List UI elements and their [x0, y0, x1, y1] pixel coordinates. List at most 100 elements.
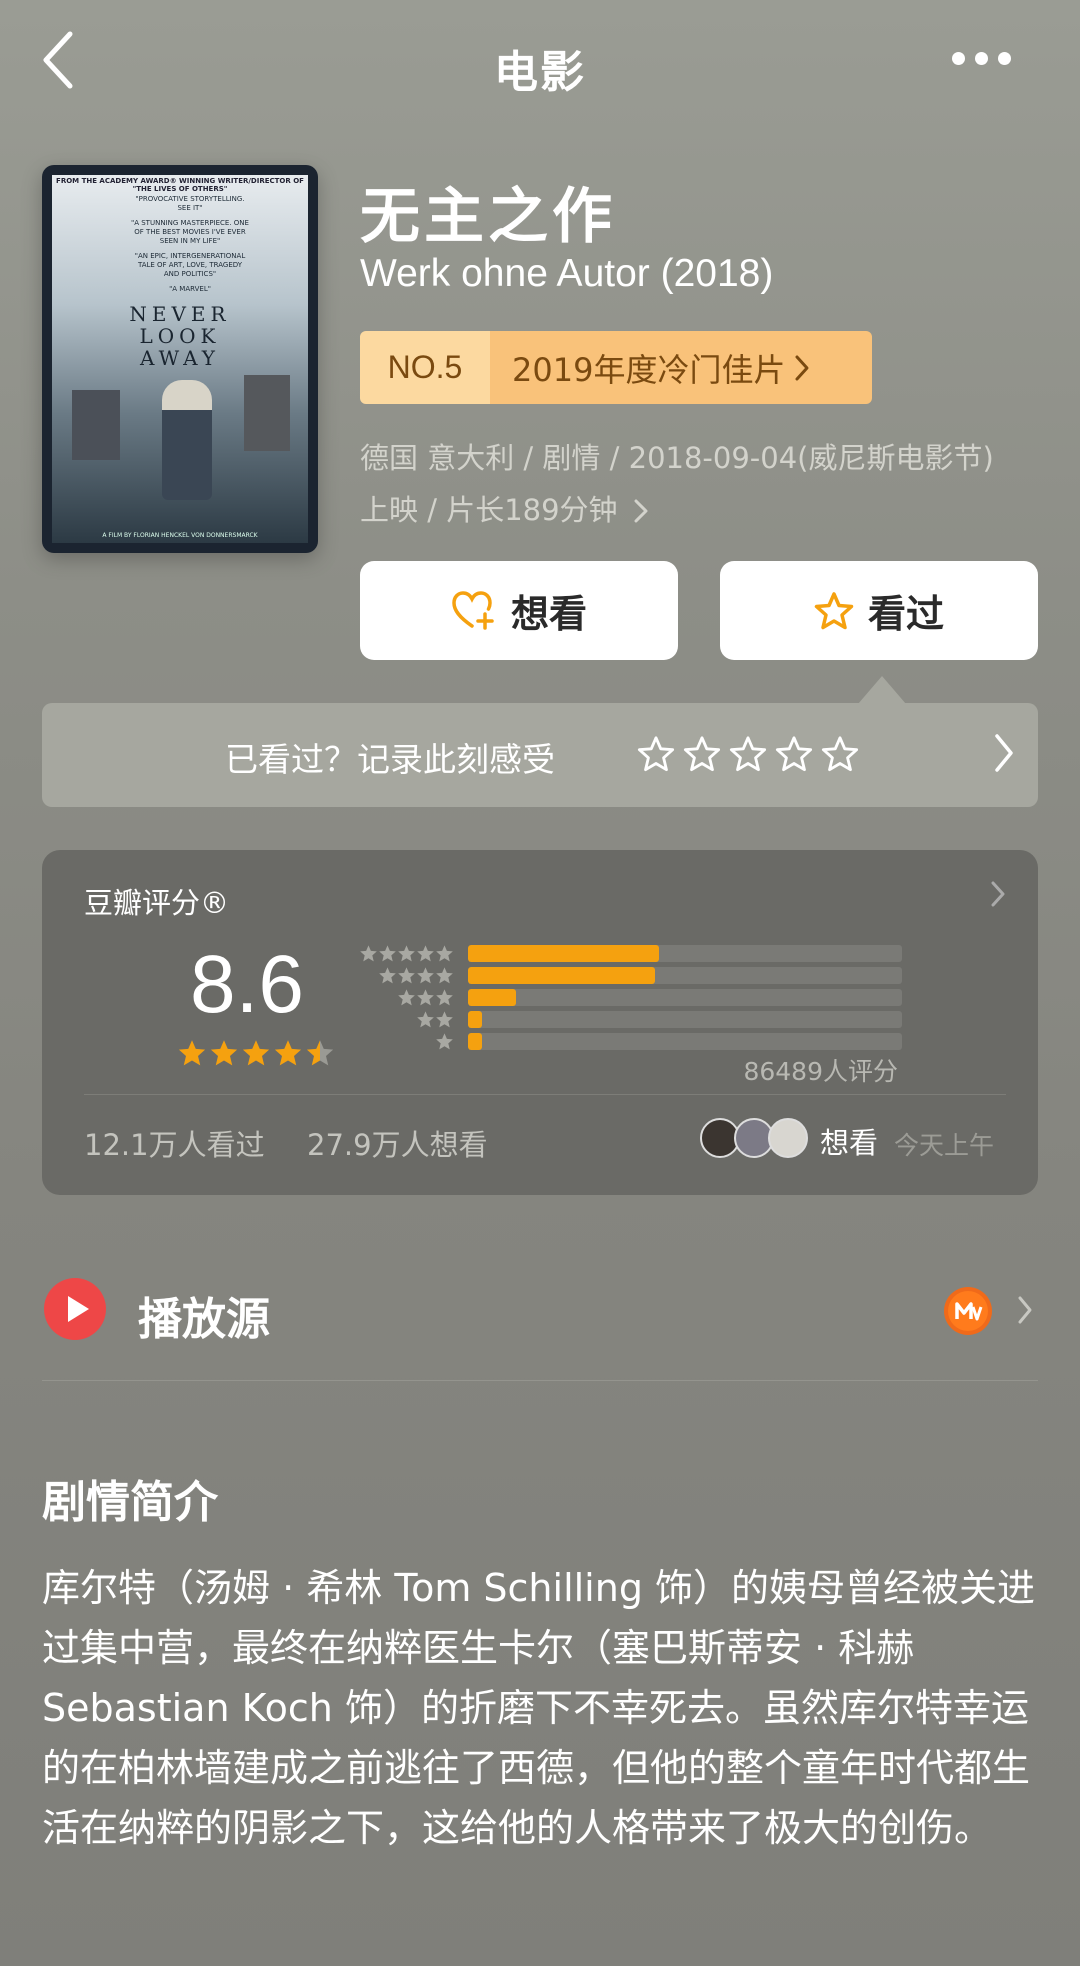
mango-tv-icon [944, 1287, 992, 1335]
star-outline-icon[interactable] [775, 735, 813, 773]
poster-painting [72, 390, 120, 460]
distribution-stars [354, 1010, 454, 1029]
page-title: 电影 [494, 47, 586, 98]
star-icon [178, 1040, 206, 1066]
record-feeling-bar[interactable]: 已看过？记录此刻感受 [42, 703, 1038, 807]
synopsis-heading: 剧情简介 [42, 1477, 218, 1528]
top-nav-bar: 电影 [0, 0, 1080, 130]
more-dot-icon [952, 52, 965, 65]
rating-stars [177, 1038, 335, 1068]
want-to-watch-label: 想看 [510, 592, 587, 636]
rank-list-label: 2019年度冷门佳片 [512, 350, 786, 389]
play-triangle-icon [68, 1296, 89, 1322]
poster-figure [162, 380, 212, 500]
distribution-track [468, 944, 902, 962]
watch-stats: 12.1万人看过 27.9万人想看 [84, 1122, 488, 1164]
rating-count: 86489人评分 [743, 1057, 898, 1086]
avatar [768, 1118, 808, 1158]
ranking-badge[interactable]: NO.5 2019年度冷门佳片 [360, 331, 872, 404]
more-dot-icon [998, 52, 1011, 65]
rating-source-label: 豆瓣评分® [84, 886, 230, 920]
rank-number: NO.5 [360, 331, 490, 404]
rating-input-stars[interactable] [637, 735, 859, 773]
star-outline-icon[interactable] [729, 735, 767, 773]
distribution-stars [354, 1032, 454, 1051]
movie-meta-line-2: 上映 / 片长189分钟 [360, 484, 1040, 536]
poster-quotes: "PROVOCATIVE STORYTELLING. SEE IT" "A ST… [130, 195, 250, 300]
poster-quote: "A STUNNING MASTERPIECE. ONE OF THE BEST… [131, 219, 249, 245]
poster-title-line: NEVER [129, 302, 231, 326]
star-outline-icon[interactable] [821, 735, 859, 773]
poster-painting [244, 375, 290, 451]
distribution-bar [468, 1032, 482, 1050]
rank-list-link: 2019年度冷门佳片 [490, 331, 872, 404]
divider [84, 1094, 1006, 1095]
want-to-watch-button[interactable]: 想看 [360, 561, 678, 660]
star-icon [398, 966, 415, 983]
distribution-bar [468, 966, 655, 984]
distribution-bar [468, 988, 516, 1006]
play-source-label: 播放源 [138, 1294, 270, 1345]
record-prompt: 已看过？记录此刻感受 [225, 740, 555, 779]
rating-distribution [354, 942, 902, 1052]
star-icon [417, 988, 434, 1005]
distribution-row [354, 1030, 902, 1052]
distribution-track [468, 966, 902, 984]
movie-title-cn: 无主之作 [360, 182, 616, 252]
poster-quote: "PROVOCATIVE STORYTELLING. SEE IT" [135, 195, 245, 212]
movie-meta-text: 上映 / 片长189分钟 [360, 493, 618, 527]
poster-title: NEVER LOOK AWAY [52, 303, 308, 369]
movie-detail-page: 电影 FROM THE ACADEMY AWARD® WINNING WRITE… [0, 0, 1080, 1966]
more-dot-icon [975, 52, 988, 65]
movie-title-original: Werk ohne Autor (2018) [360, 252, 774, 295]
watched-button[interactable]: 看过 [720, 561, 1038, 660]
chevron-right-icon [634, 499, 648, 523]
distribution-stars [354, 944, 454, 963]
movie-info-link[interactable]: 德国 意大利 / 剧情 / 2018-09-04(威尼斯电影节) 上映 / 片长… [360, 432, 1040, 536]
star-outline-icon [814, 591, 854, 629]
watched-count: 12.1万人看过 [84, 1128, 265, 1162]
distribution-row [354, 986, 902, 1008]
star-icon [274, 1040, 302, 1066]
record-pointer [858, 676, 906, 704]
watched-label: 看过 [867, 592, 944, 636]
friend-avatars[interactable] [700, 1118, 808, 1158]
poster-quote: "A MARVEL" [169, 285, 211, 293]
poster-credit: A FILM BY FLORIAN HENCKEL VON DONNERSMAR… [102, 532, 258, 539]
star-outline-icon[interactable] [637, 735, 675, 773]
poster-tagline: FROM THE ACADEMY AWARD® WINNING WRITER/D… [56, 177, 304, 193]
star-icon [417, 1010, 434, 1027]
star-icon [398, 944, 415, 961]
heart-plus-icon [452, 590, 494, 630]
star-icon [417, 966, 434, 983]
star-outline-icon[interactable] [683, 735, 721, 773]
chevron-right-icon [991, 881, 1005, 907]
poster-artwork: FROM THE ACADEMY AWARD® WINNING WRITER/D… [52, 175, 308, 543]
star-icon [398, 988, 415, 1005]
star-icon [436, 1032, 453, 1049]
divider [42, 1380, 1038, 1381]
star-icon [210, 1040, 238, 1066]
distribution-row [354, 964, 902, 986]
distribution-row [354, 1008, 902, 1030]
star-icon [436, 988, 453, 1005]
star-icon [436, 966, 453, 983]
star-icon [417, 944, 434, 961]
poster-quote: "AN EPIC, INTERGENERATIONAL TALE OF ART,… [134, 252, 246, 278]
movie-meta-line: 德国 意大利 / 剧情 / 2018-09-04(威尼斯电影节) [360, 441, 994, 475]
synopsis-text: 库尔特（汤姆 · 希林 Tom Schilling 饰）的姨母曾经被关进过集中营… [42, 1566, 1036, 1850]
rating-score: 8.6 [190, 939, 304, 1030]
star-icon [242, 1040, 270, 1066]
poster-title-line: AWAY [139, 346, 221, 370]
distribution-stars [354, 966, 454, 985]
star-icon [379, 966, 396, 983]
want-count: 27.9万人想看 [307, 1128, 488, 1162]
douban-rating-card[interactable]: 豆瓣评分® 8.6 86489人评分 12.1万人看过 27.9万人想看 想看 … [42, 850, 1038, 1195]
movie-poster[interactable]: FROM THE ACADEMY AWARD® WINNING WRITER/D… [42, 165, 318, 553]
distribution-stars [354, 988, 454, 1007]
play-icon [44, 1278, 106, 1340]
distribution-bar [468, 944, 659, 962]
more-options-button[interactable] [952, 50, 1032, 74]
distribution-bar [468, 1010, 482, 1028]
distribution-track [468, 1032, 902, 1050]
